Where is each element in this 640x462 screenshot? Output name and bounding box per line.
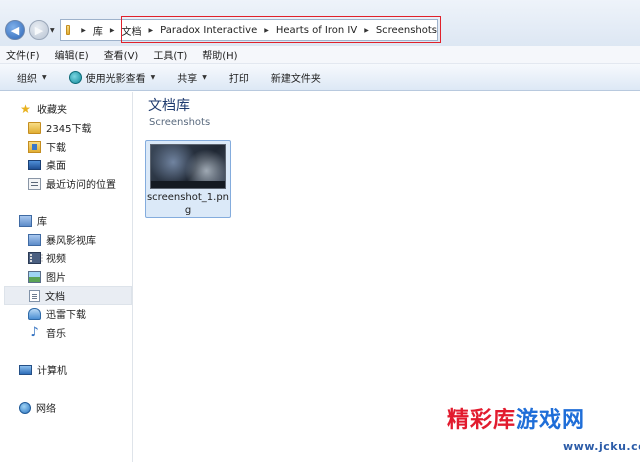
forward-arrow-icon: ▶ xyxy=(34,23,44,37)
sidebar-item-label: 音乐 xyxy=(46,329,66,340)
sidebar-item-videos[interactable]: 视频 xyxy=(4,248,132,267)
sidebar-item-libraries[interactable]: 库 xyxy=(4,211,132,230)
new-folder-label: 新建文件夹 xyxy=(270,73,321,85)
menu-view[interactable]: 查看(V) xyxy=(104,47,139,62)
new-folder-button[interactable]: 新建文件夹 xyxy=(271,70,321,85)
sidebar-item-2345-downloads[interactable]: 2345下载 xyxy=(4,118,132,137)
menu-tools[interactable]: 工具(T) xyxy=(153,47,187,62)
menu-bar: 文件(F) 编辑(E) 查看(V) 工具(T) 帮助(H) xyxy=(0,46,640,64)
image-thumbnail-icon xyxy=(150,144,226,189)
sidebar-item-label: 下载 xyxy=(46,143,66,154)
organize-button[interactable]: 组织 ▼ xyxy=(17,70,47,85)
breadcrumb-chevron-icon[interactable]: ▶ xyxy=(81,27,86,34)
file-name: screenshot_1.png xyxy=(146,192,230,216)
print-button[interactable]: 打印 xyxy=(229,70,249,85)
back-button[interactable]: ◀ xyxy=(5,20,25,40)
breadcrumb-library[interactable]: 库 xyxy=(93,23,103,38)
pictures-icon xyxy=(28,270,41,283)
menu-edit[interactable]: 编辑(E) xyxy=(55,47,89,62)
print-label: 打印 xyxy=(228,73,249,85)
sidebar-item-computer[interactable]: 计算机 xyxy=(4,360,132,379)
media-library-icon xyxy=(28,233,41,246)
chevron-down-icon: ▼ xyxy=(202,73,207,81)
computer-icon xyxy=(19,364,32,375)
sidebar-item-music[interactable]: ♪ 音乐 xyxy=(4,323,132,342)
sidebar-item-label: 库 xyxy=(37,217,47,228)
address-bar-row: ◀ ▶ ▼ ▶ 库 ▶ 文档 ▶ Paradox Interactive ▶ H… xyxy=(0,0,640,46)
sidebar-item-label: 网络 xyxy=(36,404,56,415)
open-with-button[interactable]: 使用光影查看 ▼ xyxy=(68,70,156,85)
sidebar-item-desktop[interactable]: 桌面 xyxy=(4,155,132,174)
sidebar-item-thunder-downloads[interactable]: 迅雷下载 xyxy=(4,304,132,323)
sidebar-item-favorites[interactable]: ★ 收藏夹 xyxy=(4,99,132,118)
breadcrumb-screenshots[interactable]: Screenshots xyxy=(376,25,437,36)
sidebar-item-recent-places[interactable]: 最近访问的位置 xyxy=(4,174,132,193)
sidebar-item-label: 收藏夹 xyxy=(37,105,67,116)
breadcrumb-chevron-icon[interactable]: ▶ xyxy=(264,27,269,34)
watermark-text: 精彩库 xyxy=(447,408,517,433)
share-label: 共享 xyxy=(177,73,198,85)
folder-icon xyxy=(28,121,41,134)
library-icon xyxy=(19,214,32,227)
breadcrumb-paradox[interactable]: Paradox Interactive xyxy=(160,25,257,36)
recent-pages-chevron-icon[interactable]: ▼ xyxy=(50,27,55,34)
sidebar-item-label: 最近访问的位置 xyxy=(46,180,116,191)
library-subtitle: Screenshots xyxy=(149,117,211,128)
open-with-label: 使用光影查看 xyxy=(85,73,146,85)
network-icon xyxy=(19,401,31,414)
forward-button[interactable]: ▶ xyxy=(29,20,49,40)
breadcrumb-chevron-icon[interactable]: ▶ xyxy=(110,27,115,34)
command-bar: 组织 ▼ 使用光影查看 ▼ 共享 ▼ 打印 新建文件夹 xyxy=(0,64,640,91)
sidebar-item-network[interactable]: 网络 xyxy=(4,398,132,417)
music-note-icon: ♪ xyxy=(30,324,39,340)
chevron-down-icon: ▼ xyxy=(150,73,156,81)
sidebar-item-label: 桌面 xyxy=(46,161,66,172)
folder-icon xyxy=(66,25,71,35)
share-button[interactable]: 共享 ▼ xyxy=(177,70,207,85)
back-arrow-icon: ◀ xyxy=(10,23,20,37)
breadcrumb-documents[interactable]: 文档 xyxy=(122,23,142,38)
navigation-pane: ★ 收藏夹 2345下载 下载 桌面 最近访问的位置 库 暴风影视库 视频 图片… xyxy=(0,92,133,462)
recent-places-icon xyxy=(28,177,41,190)
sidebar-item-label: 暴风影视库 xyxy=(46,236,96,247)
sidebar-item-downloads[interactable]: 下载 xyxy=(4,137,132,156)
breadcrumb-chevron-icon[interactable]: ▶ xyxy=(364,27,369,34)
sidebar-item-documents[interactable]: 文档 xyxy=(4,286,132,305)
chevron-down-icon: ▼ xyxy=(42,73,47,81)
thunder-icon xyxy=(28,307,41,320)
file-item[interactable]: screenshot_1.png xyxy=(145,140,231,218)
viewer-app-icon xyxy=(68,70,82,84)
sidebar-item-pictures[interactable]: 图片 xyxy=(4,267,132,286)
sidebar-item-label: 计算机 xyxy=(37,366,67,377)
library-title: 文档库 xyxy=(148,98,190,114)
menu-file[interactable]: 文件(F) xyxy=(6,47,40,62)
sidebar-item-label: 2345下载 xyxy=(46,124,92,135)
sidebar-item-label: 视频 xyxy=(46,254,66,265)
video-icon xyxy=(28,251,43,264)
sidebar-item-baofeng-library[interactable]: 暴风影视库 xyxy=(4,230,132,249)
star-icon: ★ xyxy=(20,101,31,116)
sidebar-item-label: 迅雷下载 xyxy=(46,310,86,321)
breadcrumb-chevron-icon[interactable]: ▶ xyxy=(149,27,154,34)
watermark-url: www.jcku.com xyxy=(563,440,640,453)
sidebar-item-label: 图片 xyxy=(46,273,66,284)
desktop-icon xyxy=(28,159,41,170)
sidebar-item-label: 文档 xyxy=(45,292,65,303)
menu-help[interactable]: 帮助(H) xyxy=(202,47,237,62)
document-icon xyxy=(29,289,40,302)
organize-label: 组织 xyxy=(17,73,37,85)
watermark-logo: 精彩库游戏网 xyxy=(447,402,585,434)
address-box[interactable]: ▶ 库 ▶ 文档 ▶ Paradox Interactive ▶ Hearts … xyxy=(60,19,438,41)
downloads-folder-icon xyxy=(28,140,41,153)
breadcrumb-hoi4[interactable]: Hearts of Iron IV xyxy=(276,25,357,36)
watermark-text: 游戏网 xyxy=(516,408,586,433)
